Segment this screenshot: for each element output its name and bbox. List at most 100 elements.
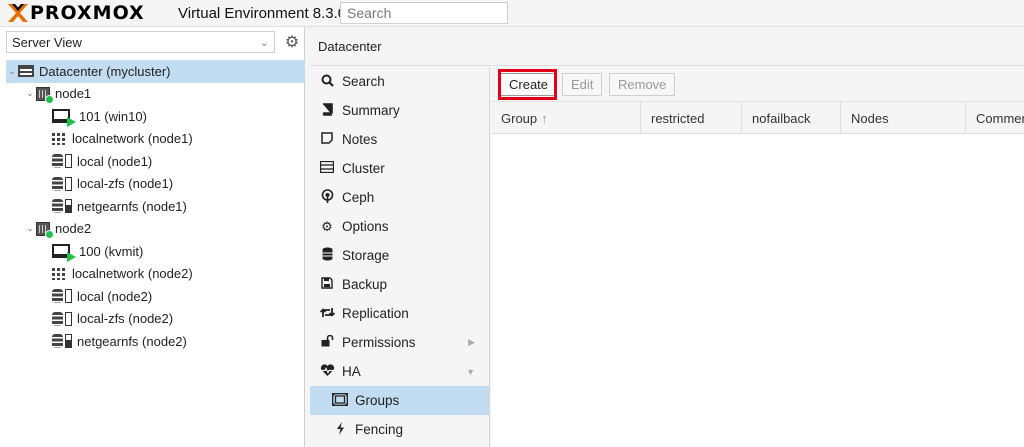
- unlock-icon: [319, 334, 335, 350]
- sdn-zone-icon: [52, 132, 67, 145]
- bolt-icon: [332, 421, 348, 438]
- grid-header: Group ↑ restricted nofailback Nodes Comm…: [491, 102, 1024, 134]
- logo-text: PROXMOX: [30, 2, 145, 24]
- column-header-group[interactable]: Group ↑: [491, 102, 641, 133]
- tree-settings-button[interactable]: ⚙: [282, 31, 302, 53]
- column-header-restricted[interactable]: restricted: [641, 102, 742, 133]
- tree-item-label: 101 (win10): [79, 108, 147, 124]
- notes-icon: [319, 132, 335, 147]
- nav-item-ha-groups[interactable]: Groups: [310, 386, 489, 415]
- tree-item-label: node1: [55, 86, 92, 102]
- column-header-comment[interactable]: Comment: [966, 102, 1024, 133]
- tree-item-label: local-zfs (node2): [77, 311, 174, 327]
- nav-item-permissions[interactable]: Permissions ▶: [310, 328, 489, 357]
- gear-icon: ⚙: [284, 34, 300, 51]
- tree-item-label: netgearnfs (node2): [77, 333, 187, 349]
- nav-item-label: Replication: [342, 306, 409, 321]
- gear-icon: ⚙: [321, 218, 333, 234]
- nav-item-label: Storage: [342, 248, 390, 263]
- nav-item-label: Search: [342, 74, 385, 89]
- tree-item-datacenter[interactable]: ⌄ Datacenter (mycluster): [6, 60, 305, 83]
- tree-item-label: localnetwork (node2): [72, 266, 193, 282]
- storage-icon: [52, 154, 72, 169]
- server-icon: [319, 160, 335, 176]
- datacenter-nav-menu: Search Summary Notes Cluster Ceph ⚙ Opti…: [310, 67, 490, 447]
- nav-item-backup[interactable]: Backup: [310, 270, 489, 299]
- tree-item-storage[interactable]: netgearnfs (node2): [6, 330, 305, 353]
- nav-item-label: Notes: [342, 132, 378, 147]
- ha-groups-panel: Create Edit Remove Group ↑ restricted no…: [491, 67, 1024, 447]
- storage-icon: [52, 176, 72, 191]
- nav-item-cluster[interactable]: Cluster: [310, 154, 489, 183]
- view-selector[interactable]: Server View ⌄: [6, 31, 275, 53]
- nav-item-label: Summary: [342, 103, 400, 118]
- tree-item-storage[interactable]: netgearnfs (node1): [6, 195, 305, 218]
- column-header-nodes[interactable]: Nodes: [841, 102, 966, 133]
- tree-item-storage[interactable]: local (node1): [6, 150, 305, 173]
- tree-item-label: local (node2): [77, 288, 153, 304]
- nav-item-label: Cluster: [342, 161, 385, 176]
- tree-item-storage[interactable]: local (node2): [6, 285, 305, 308]
- column-label: restricted: [651, 110, 705, 126]
- nav-item-summary[interactable]: Summary: [310, 96, 489, 125]
- nav-item-search[interactable]: Search: [310, 67, 489, 96]
- object-group-icon: [332, 392, 348, 409]
- tree-item-node[interactable]: ⌄ node1: [6, 83, 305, 106]
- sdn-zone-icon: [52, 267, 67, 280]
- expand-toggle-icon[interactable]: ⌄: [24, 223, 36, 234]
- heartbeat-icon: [319, 363, 335, 380]
- storage-icon: [52, 199, 72, 214]
- database-icon: [319, 247, 335, 264]
- column-label: Group: [501, 110, 538, 126]
- expand-toggle-icon[interactable]: ⌄: [6, 66, 18, 77]
- tree-item-storage[interactable]: local-zfs (node2): [6, 308, 305, 331]
- chevron-down-icon[interactable]: ▼: [466, 367, 475, 377]
- tree-item-node[interactable]: ⌄ node2: [6, 218, 305, 241]
- nav-item-ha-fencing[interactable]: Fencing: [310, 415, 489, 444]
- nav-item-label: Groups: [355, 393, 400, 408]
- content-header: Datacenter: [310, 27, 1024, 66]
- node-online-icon: [36, 86, 54, 104]
- remove-button[interactable]: Remove: [609, 73, 676, 96]
- nav-item-options[interactable]: ⚙ Options: [310, 212, 489, 241]
- column-label: Nodes: [851, 110, 889, 126]
- tree-item-label: local-zfs (node1): [77, 176, 174, 192]
- vm-running-icon: [52, 109, 76, 128]
- toolbar: Create Edit Remove: [491, 67, 1024, 102]
- nav-item-ha[interactable]: HA ▼: [310, 357, 489, 386]
- tree-item-sdn[interactable]: localnetwork (node1): [6, 128, 305, 151]
- chevron-down-icon: ⌄: [259, 36, 269, 49]
- tree-item-storage[interactable]: local-zfs (node1): [6, 173, 305, 196]
- tree-item-sdn[interactable]: localnetwork (node2): [6, 263, 305, 286]
- nav-item-label: HA: [342, 364, 361, 379]
- book-icon: [319, 102, 335, 119]
- create-button[interactable]: Create: [500, 73, 558, 96]
- tree-item-vm[interactable]: 100 (kvmit): [6, 240, 305, 263]
- proxmox-logo[interactable]: PROXMOX: [6, 2, 145, 24]
- column-label: Comment: [976, 110, 1024, 126]
- expand-toggle-icon[interactable]: ⌄: [24, 88, 36, 99]
- nav-item-storage[interactable]: Storage: [310, 241, 489, 270]
- nav-item-ceph[interactable]: Ceph: [310, 183, 489, 212]
- column-header-nofailback[interactable]: nofailback: [742, 102, 841, 133]
- proxmox-x-icon: [8, 4, 28, 22]
- retweet-icon: [319, 306, 335, 321]
- floppy-icon: [319, 277, 335, 292]
- global-search-input[interactable]: [340, 2, 508, 24]
- tree-item-label: 100 (kvmit): [79, 243, 144, 259]
- nav-item-label: Fencing: [355, 422, 404, 437]
- chevron-right-icon[interactable]: ▶: [468, 337, 475, 348]
- storage-icon: [52, 334, 72, 349]
- edit-button[interactable]: Edit: [562, 73, 603, 96]
- tree-item-vm[interactable]: 101 (win10): [6, 105, 305, 128]
- datacenter-icon: [18, 65, 34, 78]
- sort-ascending-icon: ↑: [541, 110, 548, 126]
- vm-running-icon: [52, 244, 76, 263]
- product-version: Virtual Environment 8.3.0: [178, 5, 347, 22]
- view-selector-value: Server View: [12, 34, 82, 50]
- nav-item-replication[interactable]: Replication: [310, 299, 489, 328]
- nav-item-notes[interactable]: Notes: [310, 125, 489, 154]
- tree-item-label: netgearnfs (node1): [77, 198, 187, 214]
- node-online-icon: [36, 221, 54, 239]
- breadcrumb: Datacenter: [318, 38, 382, 54]
